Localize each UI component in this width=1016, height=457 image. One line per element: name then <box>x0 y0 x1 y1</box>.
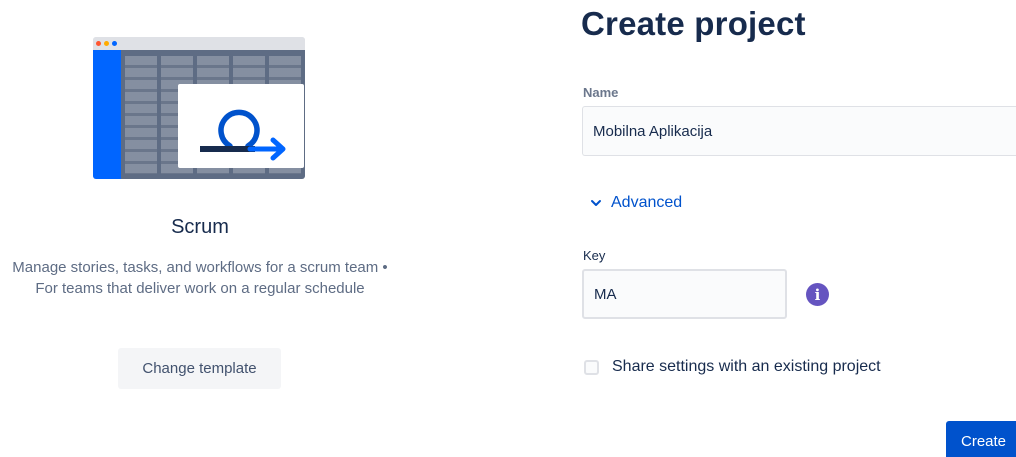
illustration-card <box>178 84 304 168</box>
share-settings-row: Share settings with an existing project <box>584 357 881 377</box>
change-template-button[interactable]: Change template <box>118 348 281 389</box>
advanced-toggle[interactable]: Advanced <box>590 192 682 214</box>
template-description: Manage stories, tasks, and workflows for… <box>12 259 388 297</box>
template-illustration <box>93 37 305 179</box>
key-input[interactable] <box>582 269 787 319</box>
window-titlebar <box>93 37 305 50</box>
info-icon[interactable]: i <box>806 283 829 306</box>
window-dot-blue <box>112 41 117 46</box>
template-title: Scrum <box>171 216 229 238</box>
advanced-label: Advanced <box>611 194 683 211</box>
scrum-loop-icon <box>200 109 286 161</box>
window-board <box>121 50 305 179</box>
window-dot-yellow <box>104 41 109 46</box>
share-settings-label[interactable]: Share settings with an existing project <box>612 358 881 376</box>
create-project-page: Scrum Manage stories, tasks, and workflo… <box>0 0 1016 457</box>
name-input[interactable] <box>582 106 1016 156</box>
page-title: Create project <box>581 5 806 42</box>
window-sidebar <box>93 50 121 179</box>
create-button[interactable]: Create <box>946 421 1016 457</box>
window-dot-red <box>96 41 101 46</box>
name-label: Name <box>583 85 619 100</box>
chevron-down-icon <box>591 200 601 206</box>
share-settings-checkbox[interactable] <box>584 359 599 375</box>
key-label: Key <box>583 248 606 263</box>
